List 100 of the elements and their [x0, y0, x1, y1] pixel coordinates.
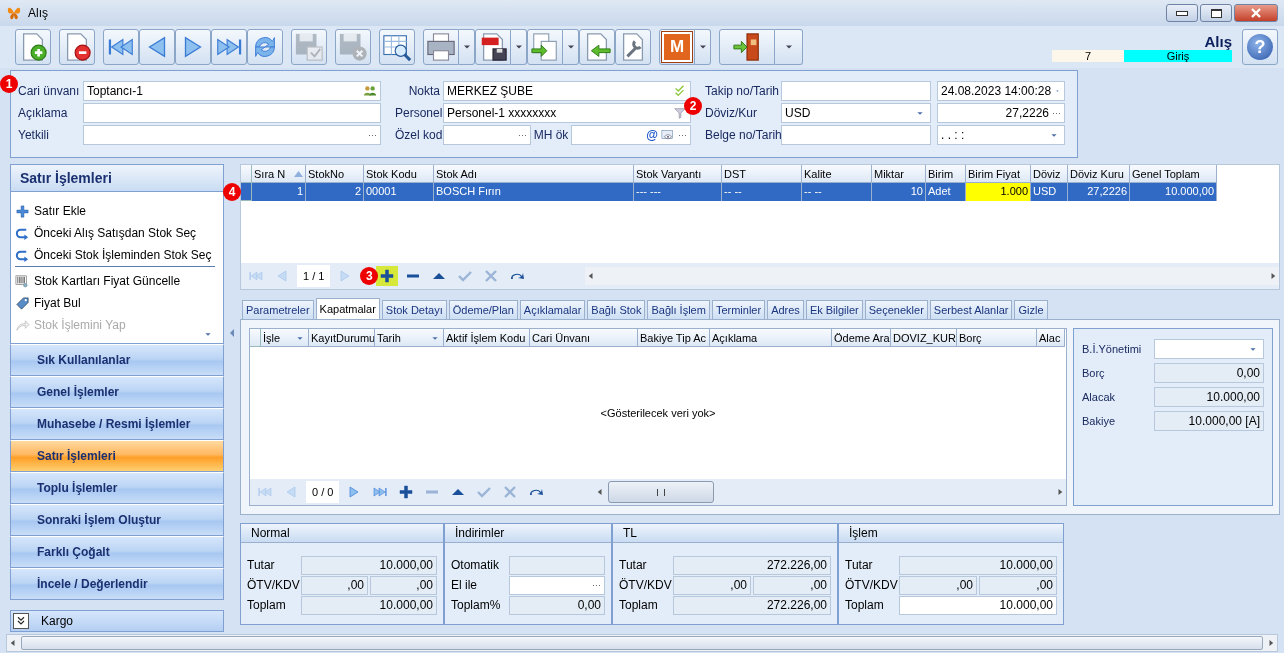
input-field[interactable]: ,00: [979, 575, 1057, 595]
tab[interactable]: Seçenekler: [864, 300, 928, 319]
section-button[interactable]: Toplu İşlemler: [10, 472, 224, 504]
column-header[interactable]: StokNo: [306, 165, 364, 183]
section-label[interactable]: Kargo: [41, 614, 74, 628]
input-field[interactable]: [781, 125, 931, 145]
tab[interactable]: Parametreler: [242, 300, 314, 319]
section-button[interactable]: İncele / Değerlendir: [10, 568, 224, 600]
maximize-button[interactable]: [1200, 4, 1232, 22]
input-field[interactable]: 10.000,00 [A]: [1154, 411, 1264, 431]
input-field[interactable]: 10.000,00: [301, 555, 437, 575]
tab[interactable]: Ödeme/Plan: [448, 300, 518, 319]
column-header[interactable]: DOVIZ_KUR: [891, 329, 957, 347]
input-field[interactable]: @ ···: [571, 125, 691, 145]
input-field[interactable]: 0,00: [1154, 363, 1264, 383]
toolbar-button[interactable]: [59, 29, 95, 65]
action-item[interactable]: Önceki Alış Satışdan Stok Seç: [15, 222, 223, 244]
column-header[interactable]: Borç: [957, 329, 1037, 347]
input-field[interactable]: 272.226,00: [673, 555, 831, 575]
collapse-icon[interactable]: [229, 329, 235, 337]
input-field[interactable]: [1154, 339, 1264, 359]
tab[interactable]: Terminler: [711, 300, 766, 319]
toolbar-button[interactable]: [475, 29, 511, 65]
input-field[interactable]: Personel-1 xxxxxxxx: [443, 103, 691, 123]
action-item[interactable]: Fiyat Bul: [15, 292, 223, 314]
input-field[interactable]: ···: [509, 575, 605, 595]
column-header[interactable]: Stok Adı: [434, 165, 634, 183]
input-field[interactable]: ,00: [899, 575, 977, 595]
minimize-button[interactable]: [1166, 4, 1198, 22]
action-item[interactable]: Stok Kartları Fiyat Güncelle: [15, 270, 223, 292]
column-header[interactable]: Stok Varyantı: [634, 165, 722, 183]
input-field[interactable]: MERKEZ ŞUBE: [443, 81, 691, 101]
dropdown-button[interactable]: [563, 29, 579, 65]
input-field[interactable]: 24.08.2023 14:00:28: [937, 81, 1065, 101]
check-icon[interactable]: [673, 84, 687, 98]
column-header[interactable]: Ödeme Ara: [832, 329, 891, 347]
column-header[interactable]: Birim Fiyat: [966, 165, 1031, 183]
column-header[interactable]: Döviz: [1031, 165, 1068, 183]
expand-button[interactable]: [13, 613, 29, 629]
input-field[interactable]: 10.000,00: [1154, 387, 1264, 407]
section-button[interactable]: Satır İşlemleri: [10, 440, 224, 472]
input-field[interactable]: [83, 103, 381, 123]
section-button[interactable]: Sık Kullanılanlar: [10, 344, 224, 376]
input-field[interactable]: 10.000,00: [899, 555, 1057, 575]
dropdown-button[interactable]: [775, 29, 803, 65]
action-item[interactable]: Satır Ekle: [15, 200, 223, 222]
people-icon[interactable]: [363, 84, 377, 98]
filter-icon[interactable]: [673, 106, 687, 120]
table-row[interactable]: 1 2 00001 BOSCH Fırın --- --- -- -- -- -- 10 Adet 1.000 USD 27,2226 10.000,00: [241, 183, 1279, 201]
input-field[interactable]: USD: [781, 103, 931, 123]
column-header[interactable]: Kalite: [802, 165, 872, 183]
column-header[interactable]: Genel Toplam: [1130, 165, 1217, 183]
card-view-icon[interactable]: [661, 128, 675, 142]
tab[interactable]: Adres: [767, 300, 804, 319]
tab[interactable]: Açıklamalar: [519, 300, 586, 319]
input-field[interactable]: 272.226,00: [673, 595, 831, 615]
tab[interactable]: Bağlı Stok: [587, 300, 646, 319]
input-field[interactable]: 0,00: [509, 595, 605, 615]
input-field[interactable]: ···: [83, 125, 381, 145]
row-indicator[interactable]: [241, 183, 252, 201]
section-button[interactable]: Farklı Çoğalt: [10, 536, 224, 568]
add-button[interactable]: [376, 266, 399, 286]
column-header[interactable]: Döviz Kuru: [1068, 165, 1130, 183]
dropdown-button[interactable]: [695, 29, 711, 65]
scroll-thumb[interactable]: [21, 636, 1263, 650]
input-field[interactable]: ,00: [301, 575, 368, 595]
column-header[interactable]: Cari Ünvanı: [530, 329, 638, 347]
scroll-thumb[interactable]: [608, 481, 714, 503]
tab[interactable]: Ek Bilgiler: [805, 300, 863, 319]
section-button[interactable]: Genel İşlemler: [10, 376, 224, 408]
input-field[interactable]: ,00: [673, 575, 751, 595]
input-field[interactable]: 27,2226 ···: [937, 103, 1065, 123]
input-field[interactable]: [509, 555, 605, 575]
column-header[interactable]: Birim: [926, 165, 966, 183]
horizontal-scrollbar[interactable]: [6, 634, 1278, 652]
tab[interactable]: Gizle: [1014, 300, 1048, 319]
input-field[interactable]: Toptancı-1: [83, 81, 381, 101]
input-field[interactable]: [781, 81, 931, 101]
toolbar-button[interactable]: [379, 29, 415, 65]
input-field[interactable]: 10.000,00: [301, 595, 437, 615]
column-header[interactable]: Bakiye Tip Ac: [638, 329, 710, 347]
tab[interactable]: Serbest Alanlar: [929, 300, 1013, 319]
input-field[interactable]: ,00: [753, 575, 831, 595]
column-header[interactable]: Miktar: [872, 165, 926, 183]
column-header[interactable]: Alac: [1037, 329, 1065, 347]
input-field[interactable]: ,00: [370, 575, 437, 595]
section-button[interactable]: Muhasebe / Resmi İşlemler: [10, 408, 224, 440]
input-field[interactable]: . . : :: [937, 125, 1065, 145]
horizontal-scrollbar[interactable]: [585, 267, 1279, 285]
action-item[interactable]: Önceki Stok İşleminden Stok Seç: [15, 244, 215, 267]
column-header[interactable]: DST: [722, 165, 802, 183]
column-header[interactable]: İşle: [261, 329, 309, 347]
column-header[interactable]: Tarih: [375, 329, 444, 347]
section-button[interactable]: Sonraki İşlem Oluştur: [10, 504, 224, 536]
toolbar-button[interactable]: [719, 29, 775, 65]
column-header[interactable]: Açıklama: [710, 329, 832, 347]
column-header[interactable]: Sıra N: [252, 165, 306, 183]
column-header[interactable]: Aktif İşlem Kodu: [444, 329, 530, 347]
column-header[interactable]: KayıtDurumu: [309, 329, 375, 347]
tab[interactable]: Stok Detayı: [381, 300, 447, 319]
